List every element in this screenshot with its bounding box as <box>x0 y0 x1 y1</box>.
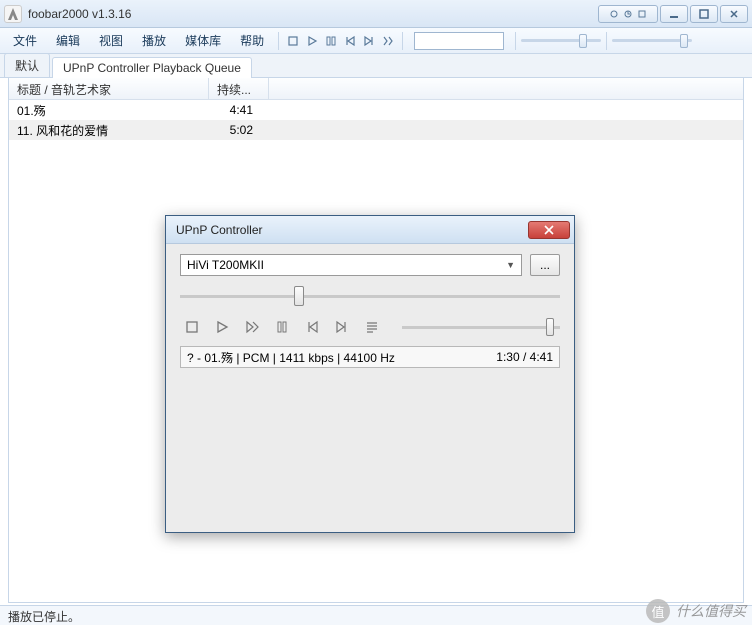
menu-file[interactable]: 文件 <box>4 28 46 53</box>
dlg-next-button[interactable] <box>330 316 354 338</box>
menu-view[interactable]: 视图 <box>90 28 132 53</box>
device-select[interactable]: HiVi T200MKII ▼ <box>180 254 522 276</box>
maximize-button[interactable] <box>690 5 718 23</box>
dialog-title: UPnP Controller <box>176 223 528 237</box>
separator <box>402 32 403 50</box>
device-more-button[interactable]: ... <box>530 254 560 276</box>
watermark-badge: 值 <box>646 599 670 623</box>
col-title[interactable]: 标题 / 音轨艺术家 <box>9 78 209 99</box>
prev-button[interactable] <box>341 32 359 50</box>
track-title: 01.殇 <box>9 102 209 119</box>
app-icon <box>4 5 22 23</box>
menu-help[interactable]: 帮助 <box>231 28 273 53</box>
col-duration[interactable]: 持续... <box>209 78 269 99</box>
dialog-volume-slider[interactable] <box>402 326 560 329</box>
nowplaying-time: 1:30 / 4:41 <box>496 350 553 364</box>
minimize-button[interactable] <box>660 5 688 23</box>
menu-edit[interactable]: 编辑 <box>47 28 89 53</box>
next-button[interactable] <box>360 32 378 50</box>
chevron-down-icon: ▼ <box>506 260 515 270</box>
track-duration: 5:02 <box>209 123 261 137</box>
menu-play[interactable]: 播放 <box>133 28 175 53</box>
dialog-controls <box>180 316 560 338</box>
dlg-prev-button[interactable] <box>300 316 324 338</box>
window-title: foobar2000 v1.3.16 <box>28 7 598 21</box>
separator <box>606 32 607 50</box>
stop-button[interactable] <box>284 32 302 50</box>
watermark: 值 什么值得买 <box>646 599 746 623</box>
track-duration: 4:41 <box>209 103 261 117</box>
nowplaying-text: ? - 01.殇 | PCM | 1411 kbps | 44100 Hz <box>187 349 395 366</box>
play-button[interactable] <box>303 32 321 50</box>
dlg-pause-button[interactable] <box>270 316 294 338</box>
dlg-playlist-button[interactable] <box>360 316 384 338</box>
watermark-text: 什么值得买 <box>676 601 746 621</box>
menu-library[interactable]: 媒体库 <box>176 28 230 53</box>
nowplaying-box: ? - 01.殇 | PCM | 1411 kbps | 44100 Hz 1:… <box>180 346 560 368</box>
table-row[interactable]: 11. 风和花的爱情 5:02 <box>9 120 743 140</box>
search-input[interactable] <box>414 32 504 50</box>
status-text: 播放已停止。 <box>8 610 80 624</box>
close-button[interactable] <box>720 5 748 23</box>
track-title: 11. 风和花的爱情 <box>9 122 209 139</box>
table-row[interactable]: 01.殇 4:41 <box>9 100 743 120</box>
window-extra-buttons[interactable] <box>598 5 658 23</box>
separator <box>515 32 516 50</box>
dlg-play-button[interactable] <box>210 316 234 338</box>
upnp-controller-dialog: UPnP Controller HiVi T200MKII ▼ ... <box>165 215 575 533</box>
column-headers: 标题 / 音轨艺术家 持续... <box>9 78 743 100</box>
dlg-playall-button[interactable] <box>240 316 264 338</box>
tab-default[interactable]: 默认 <box>4 53 50 77</box>
dialog-seek-slider[interactable] <box>180 284 560 308</box>
seek-slider[interactable] <box>521 32 601 50</box>
pause-button[interactable] <box>322 32 340 50</box>
menubar: 文件 编辑 视图 播放 媒体库 帮助 <box>0 28 752 54</box>
statusbar: 播放已停止。 <box>0 605 752 625</box>
random-button[interactable] <box>379 32 397 50</box>
titlebar: foobar2000 v1.3.16 <box>0 0 752 28</box>
tabbar: 默认 UPnP Controller Playback Queue <box>0 54 752 78</box>
dlg-stop-button[interactable] <box>180 316 204 338</box>
tab-upnp-queue[interactable]: UPnP Controller Playback Queue <box>52 57 252 78</box>
device-name: HiVi T200MKII <box>187 258 264 272</box>
dialog-titlebar[interactable]: UPnP Controller <box>166 216 574 244</box>
separator <box>278 32 279 50</box>
volume-slider[interactable] <box>612 32 692 50</box>
dialog-close-button[interactable] <box>528 221 570 239</box>
